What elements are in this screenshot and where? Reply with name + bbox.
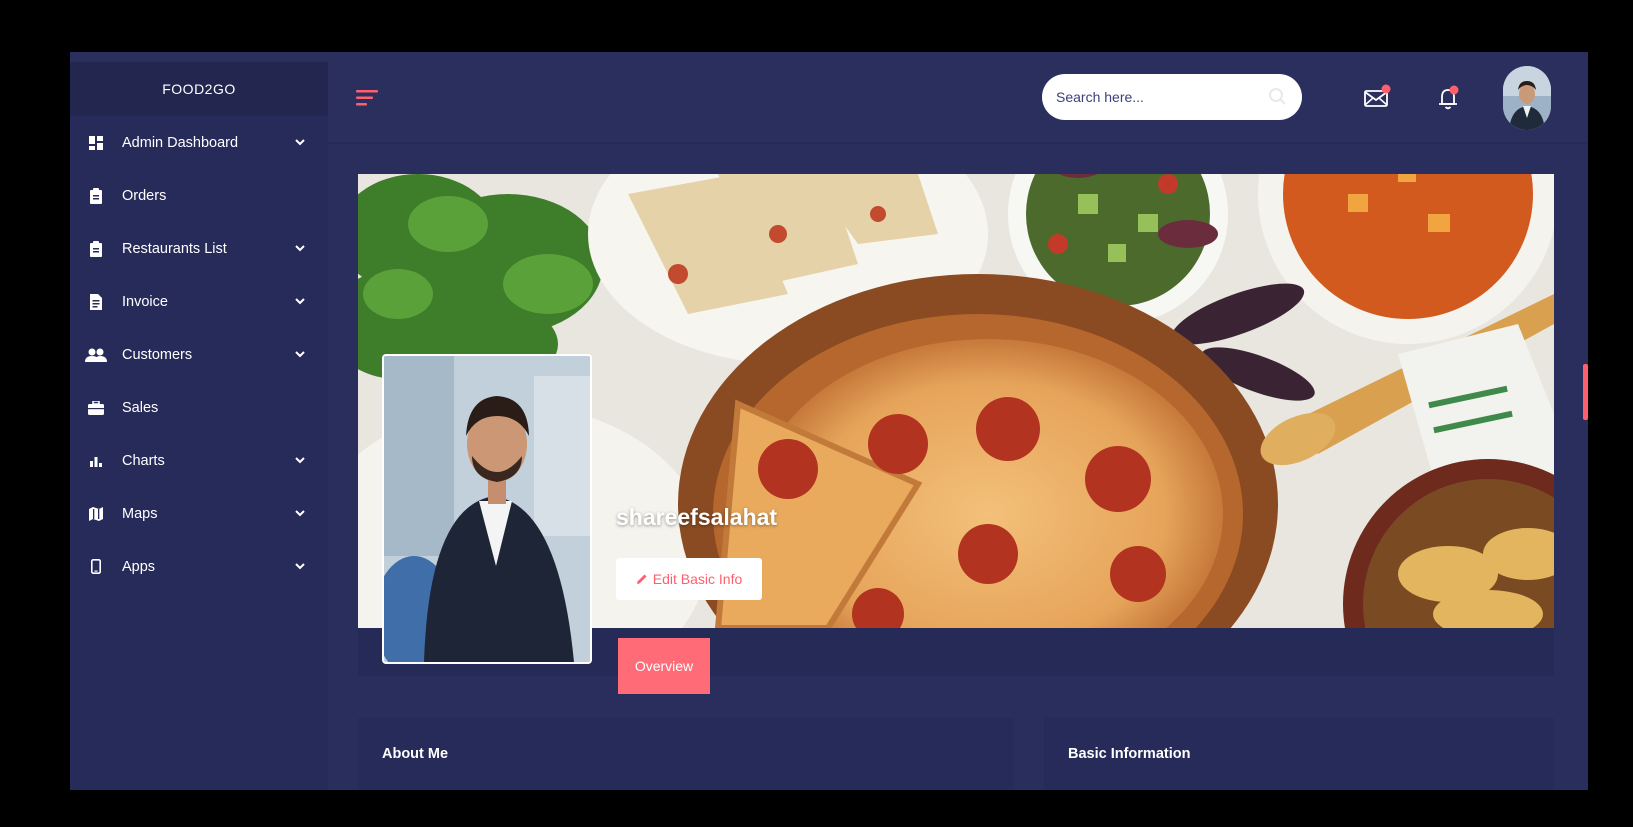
tab-overview[interactable]: Overview <box>618 638 710 694</box>
sidebar-item-label: Invoice <box>122 293 168 310</box>
sidebar: FOOD2GO Admin Dashboard Orders Restauran <box>70 62 328 790</box>
sidebar-item-apps[interactable]: Apps <box>70 540 328 593</box>
briefcase-icon <box>84 400 108 416</box>
app-window: FOOD2GO Admin Dashboard Orders Restauran <box>70 52 1588 790</box>
pencil-icon <box>636 574 647 584</box>
sidebar-item-label: Sales <box>122 399 159 416</box>
about-me-panel: About Me <box>358 718 1014 790</box>
sidebar-nav: Admin Dashboard Orders Restaurants List <box>70 116 328 593</box>
search-input[interactable] <box>1056 89 1268 105</box>
brand-logo: FOOD2GO <box>70 62 328 116</box>
main-content: shareefsalahat Edit Basic Info Overview … <box>328 144 1588 790</box>
sidebar-item-charts[interactable]: Charts <box>70 434 328 487</box>
scrollbar-thumb[interactable] <box>1583 364 1588 420</box>
menu-icon[interactable] <box>356 87 382 109</box>
sidebar-item-label: Maps <box>122 505 158 522</box>
chevron-down-icon <box>294 561 306 573</box>
document-icon <box>84 293 108 310</box>
sidebar-item-restaurants-list[interactable]: Restaurants List <box>70 222 328 275</box>
panel-title: Basic Information <box>1068 746 1191 762</box>
top-bar <box>328 62 1588 144</box>
chevron-down-icon <box>294 455 306 467</box>
panel-title: About Me <box>382 746 449 762</box>
edit-button-label: Edit Basic Info <box>652 571 743 587</box>
chevron-down-icon <box>294 296 306 308</box>
mail-icon[interactable] <box>1362 82 1392 112</box>
sidebar-item-customers[interactable]: Customers <box>70 328 328 381</box>
mobile-icon <box>84 559 108 575</box>
bell-icon[interactable] <box>1433 82 1463 112</box>
chevron-down-icon <box>294 349 306 361</box>
search-icon[interactable] <box>1268 87 1288 107</box>
sidebar-item-admin-dashboard[interactable]: Admin Dashboard <box>70 116 328 169</box>
chevron-down-icon <box>294 243 306 255</box>
sidebar-item-invoice[interactable]: Invoice <box>70 275 328 328</box>
sidebar-item-label: Charts <box>122 452 165 469</box>
sidebar-item-label: Orders <box>122 187 167 204</box>
sidebar-item-label: Admin Dashboard <box>122 134 239 151</box>
avatar[interactable] <box>1503 66 1551 130</box>
sidebar-item-label: Apps <box>122 558 156 575</box>
sidebar-item-maps[interactable]: Maps <box>70 487 328 540</box>
profile-name: shareefsalahat <box>616 504 778 530</box>
edit-basic-info-button[interactable]: Edit Basic Info <box>616 558 762 600</box>
chevron-down-icon <box>294 137 306 149</box>
sidebar-item-sales[interactable]: Sales <box>70 381 328 434</box>
sidebar-item-label: Customers <box>122 346 193 363</box>
sidebar-item-orders[interactable]: Orders <box>70 169 328 222</box>
users-icon <box>84 347 108 363</box>
clipboard-icon <box>84 240 108 257</box>
dashboard-icon <box>84 135 108 151</box>
profile-photo[interactable] <box>382 354 592 664</box>
chevron-down-icon <box>294 508 306 520</box>
map-icon <box>84 506 108 522</box>
bar-chart-icon <box>84 453 108 469</box>
basic-information-panel: Basic Information <box>1044 718 1554 790</box>
sidebar-item-label: Restaurants List <box>122 240 227 257</box>
clipboard-icon <box>84 187 108 204</box>
profile-card: shareefsalahat Edit Basic Info Overview <box>358 174 1554 694</box>
search-bar <box>1042 74 1302 120</box>
